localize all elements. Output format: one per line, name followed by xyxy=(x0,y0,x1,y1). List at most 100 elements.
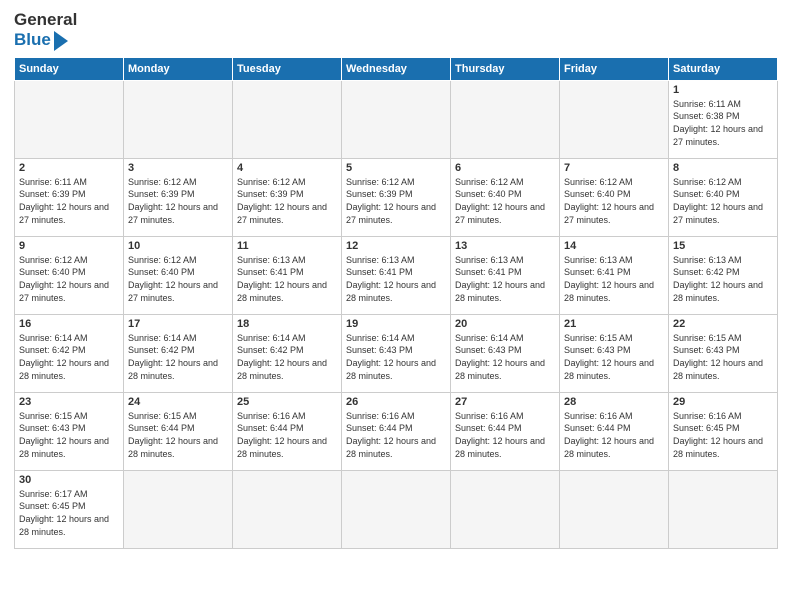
calendar-cell: 26Sunrise: 6:16 AMSunset: 6:44 PMDayligh… xyxy=(342,392,451,470)
day-info: Sunrise: 6:13 AMSunset: 6:41 PMDaylight:… xyxy=(237,254,337,304)
calendar-cell: 29 Sunrise: 6:16 AMSunset: 6:45 PMDayligh… xyxy=(669,392,778,470)
day-number: 5 xyxy=(346,162,446,174)
logo-blue-text: Blue xyxy=(14,30,77,50)
day-number: 25 xyxy=(237,396,337,408)
calendar-cell xyxy=(124,80,233,158)
day-number: 14 xyxy=(564,240,664,252)
day-number: 13 xyxy=(455,240,555,252)
day-number: 21 xyxy=(564,318,664,330)
calendar-cell xyxy=(124,470,233,548)
day-number: 7 xyxy=(564,162,664,174)
day-info: Sunrise: 6:14 AMSunset: 6:42 PMDaylight:… xyxy=(237,332,337,382)
day-info: Sunrise: 6:12 AMSunset: 6:39 PMDaylight:… xyxy=(237,176,337,226)
day-info: Sunrise: 6:12 AMSunset: 6:39 PMDaylight:… xyxy=(128,176,228,226)
calendar-cell: 16 Sunrise: 6:14 AMSunset: 6:42 PMDayligh… xyxy=(15,314,124,392)
day-info: Sunrise: 6:12 AMSunset: 6:40 PMDaylight:… xyxy=(128,254,228,304)
day-info: Sunrise: 6:11 AMSunset: 6:39 PMDaylight:… xyxy=(19,176,119,226)
calendar-cell: 6 Sunrise: 6:12 AMSunset: 6:40 PMDaylight… xyxy=(451,158,560,236)
calendar-header: SundayMondayTuesdayWednesdayThursdayFrid… xyxy=(15,57,778,80)
weekday-header-sunday: Sunday xyxy=(15,57,124,80)
calendar-cell: 1 Sunrise: 6:11 AMSunset: 6:38 PMDaylight… xyxy=(669,80,778,158)
weekday-header-friday: Friday xyxy=(560,57,669,80)
calendar-cell: 18Sunrise: 6:14 AMSunset: 6:42 PMDayligh… xyxy=(233,314,342,392)
calendar-cell: 11Sunrise: 6:13 AMSunset: 6:41 PMDayligh… xyxy=(233,236,342,314)
day-number: 9 xyxy=(19,240,119,252)
logo-arrow-icon xyxy=(54,31,68,51)
logo-area: General Blue xyxy=(14,10,77,51)
calendar-cell: 30 Sunrise: 6:17 AMSunset: 6:45 PMDayligh… xyxy=(15,470,124,548)
day-info: Sunrise: 6:12 AMSunset: 6:40 PMDaylight:… xyxy=(455,176,555,226)
calendar-week-3: 9 Sunrise: 6:12 AMSunset: 6:40 PMDaylight… xyxy=(15,236,778,314)
day-number: 29 xyxy=(673,396,773,408)
day-number: 15 xyxy=(673,240,773,252)
day-info: Sunrise: 6:15 AMSunset: 6:43 PMDaylight:… xyxy=(19,410,119,460)
day-info: Sunrise: 6:17 AMSunset: 6:45 PMDaylight:… xyxy=(19,488,119,538)
calendar-cell xyxy=(233,470,342,548)
day-info: Sunrise: 6:16 AMSunset: 6:44 PMDaylight:… xyxy=(237,410,337,460)
day-number: 1 xyxy=(673,84,773,96)
day-info: Sunrise: 6:16 AMSunset: 6:45 PMDaylight:… xyxy=(673,410,773,460)
day-info: Sunrise: 6:14 AMSunset: 6:43 PMDaylight:… xyxy=(346,332,446,382)
day-number: 10 xyxy=(128,240,228,252)
day-info: Sunrise: 6:14 AMSunset: 6:43 PMDaylight:… xyxy=(455,332,555,382)
weekday-row: SundayMondayTuesdayWednesdayThursdayFrid… xyxy=(15,57,778,80)
day-info: Sunrise: 6:13 AMSunset: 6:42 PMDaylight:… xyxy=(673,254,773,304)
calendar-cell: 9 Sunrise: 6:12 AMSunset: 6:40 PMDaylight… xyxy=(15,236,124,314)
day-number: 23 xyxy=(19,396,119,408)
day-number: 16 xyxy=(19,318,119,330)
calendar-cell xyxy=(451,80,560,158)
day-number: 30 xyxy=(19,474,119,486)
day-number: 4 xyxy=(237,162,337,174)
calendar-week-4: 16 Sunrise: 6:14 AMSunset: 6:42 PMDayligh… xyxy=(15,314,778,392)
calendar-cell xyxy=(560,470,669,548)
calendar-cell: 22Sunrise: 6:15 AMSunset: 6:43 PMDayligh… xyxy=(669,314,778,392)
day-number: 24 xyxy=(128,396,228,408)
calendar-cell: 15 Sunrise: 6:13 AMSunset: 6:42 PMDayligh… xyxy=(669,236,778,314)
day-number: 2 xyxy=(19,162,119,174)
day-number: 3 xyxy=(128,162,228,174)
day-number: 26 xyxy=(346,396,446,408)
calendar-cell xyxy=(451,470,560,548)
day-info: Sunrise: 6:14 AMSunset: 6:42 PMDaylight:… xyxy=(19,332,119,382)
day-number: 17 xyxy=(128,318,228,330)
weekday-header-saturday: Saturday xyxy=(669,57,778,80)
calendar-cell: 12Sunrise: 6:13 AMSunset: 6:41 PMDayligh… xyxy=(342,236,451,314)
calendar-cell: 28Sunrise: 6:16 AMSunset: 6:44 PMDayligh… xyxy=(560,392,669,470)
day-info: Sunrise: 6:15 AMSunset: 6:44 PMDaylight:… xyxy=(128,410,228,460)
calendar-cell: 21Sunrise: 6:15 AMSunset: 6:43 PMDayligh… xyxy=(560,314,669,392)
calendar-cell: 3 Sunrise: 6:12 AMSunset: 6:39 PMDaylight… xyxy=(124,158,233,236)
day-info: Sunrise: 6:11 AMSunset: 6:38 PMDaylight:… xyxy=(673,98,773,148)
weekday-header-tuesday: Tuesday xyxy=(233,57,342,80)
day-info: Sunrise: 6:12 AMSunset: 6:40 PMDaylight:… xyxy=(19,254,119,304)
day-number: 6 xyxy=(455,162,555,174)
page: General Blue SundayMondayTuesdayWednesda… xyxy=(0,0,792,559)
calendar-cell: 2 Sunrise: 6:11 AMSunset: 6:39 PMDaylight… xyxy=(15,158,124,236)
weekday-header-thursday: Thursday xyxy=(451,57,560,80)
calendar-week-2: 2 Sunrise: 6:11 AMSunset: 6:39 PMDaylight… xyxy=(15,158,778,236)
calendar-cell: 24 Sunrise: 6:15 AMSunset: 6:44 PMDayligh… xyxy=(124,392,233,470)
calendar-cell: 23 Sunrise: 6:15 AMSunset: 6:43 PMDayligh… xyxy=(15,392,124,470)
calendar-week-6: 30 Sunrise: 6:17 AMSunset: 6:45 PMDayligh… xyxy=(15,470,778,548)
weekday-header-monday: Monday xyxy=(124,57,233,80)
day-number: 19 xyxy=(346,318,446,330)
day-info: Sunrise: 6:16 AMSunset: 6:44 PMDaylight:… xyxy=(455,410,555,460)
calendar-body: 1 Sunrise: 6:11 AMSunset: 6:38 PMDaylight… xyxy=(15,80,778,548)
day-number: 8 xyxy=(673,162,773,174)
day-info: Sunrise: 6:12 AMSunset: 6:40 PMDaylight:… xyxy=(564,176,664,226)
weekday-header-wednesday: Wednesday xyxy=(342,57,451,80)
calendar: SundayMondayTuesdayWednesdayThursdayFrid… xyxy=(14,57,778,549)
calendar-cell: 10 Sunrise: 6:12 AMSunset: 6:40 PMDayligh… xyxy=(124,236,233,314)
day-number: 12 xyxy=(346,240,446,252)
calendar-cell: 20 Sunrise: 6:14 AMSunset: 6:43 PMDayligh… xyxy=(451,314,560,392)
day-number: 20 xyxy=(455,318,555,330)
day-number: 22 xyxy=(673,318,773,330)
calendar-week-1: 1 Sunrise: 6:11 AMSunset: 6:38 PMDaylight… xyxy=(15,80,778,158)
calendar-cell xyxy=(342,80,451,158)
calendar-cell: 5Sunrise: 6:12 AMSunset: 6:39 PMDaylight… xyxy=(342,158,451,236)
calendar-cell: 17 Sunrise: 6:14 AMSunset: 6:42 PMDayligh… xyxy=(124,314,233,392)
calendar-cell: 14Sunrise: 6:13 AMSunset: 6:41 PMDayligh… xyxy=(560,236,669,314)
calendar-cell: 25 Sunrise: 6:16 AMSunset: 6:44 PMDayligh… xyxy=(233,392,342,470)
calendar-cell: 19 Sunrise: 6:14 AMSunset: 6:43 PMDayligh… xyxy=(342,314,451,392)
calendar-cell xyxy=(342,470,451,548)
day-info: Sunrise: 6:14 AMSunset: 6:42 PMDaylight:… xyxy=(128,332,228,382)
